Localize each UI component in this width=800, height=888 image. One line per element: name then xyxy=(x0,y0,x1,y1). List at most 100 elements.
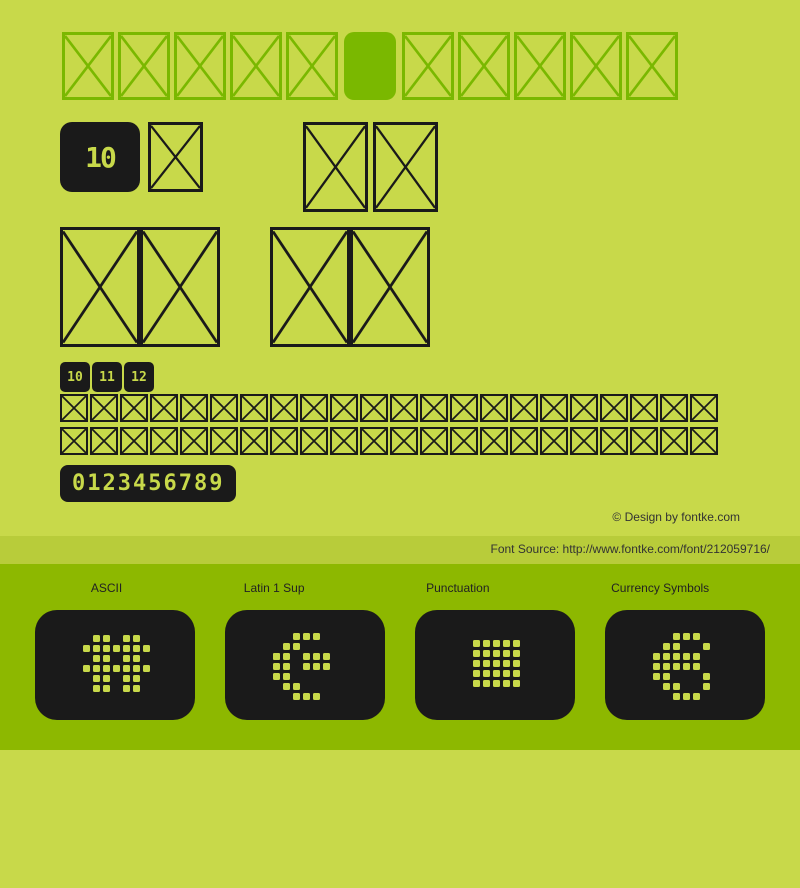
tab-labels-row: ASCII Latin 1 Sup Punctuation Currency S… xyxy=(30,576,770,610)
hash-icon xyxy=(75,625,155,705)
title-glyph-2 xyxy=(118,32,170,100)
grid-menu-icon xyxy=(455,625,535,705)
xl-glyph-pair-left xyxy=(60,227,220,347)
small-glyph xyxy=(210,427,238,455)
tab-currency[interactable]: Currency Symbols xyxy=(611,581,709,595)
preview-row-1: 10 xyxy=(60,122,740,212)
small-glyph xyxy=(360,427,388,455)
badge-11: 11 xyxy=(92,362,122,392)
punctuation-char-icon[interactable] xyxy=(415,610,575,720)
small-glyph xyxy=(180,394,208,422)
small-x-glyph xyxy=(148,122,203,192)
small-glyph xyxy=(330,394,358,422)
small-glyph xyxy=(510,394,538,422)
title-glyph-9 xyxy=(514,32,566,100)
small-glyph xyxy=(240,427,268,455)
small-glyph xyxy=(150,394,178,422)
small-glyph xyxy=(180,427,208,455)
number-icon-text: 10 xyxy=(85,141,115,174)
badge-12-text: 12 xyxy=(131,370,147,385)
number-glyph-icon: 10 xyxy=(60,122,140,192)
xl-glyph-3 xyxy=(270,227,350,347)
small-glyph xyxy=(450,427,478,455)
title-glyph-10 xyxy=(570,32,622,100)
badge-10: 10 xyxy=(60,362,90,392)
badge-11-text: 11 xyxy=(99,370,115,385)
title-glyph-7 xyxy=(402,32,454,100)
xl-glyph-pair-right xyxy=(270,227,430,347)
small-glyph xyxy=(90,427,118,455)
small-glyph xyxy=(600,394,628,422)
euro-icon xyxy=(645,625,725,705)
large-glyph-1 xyxy=(303,122,368,212)
small-glyph xyxy=(540,427,568,455)
xl-glyph-4 xyxy=(350,227,430,347)
small-glyph xyxy=(600,427,628,455)
latin1sup-char-icon[interactable] xyxy=(225,610,385,720)
badge-12: 12 xyxy=(124,362,154,392)
small-glyph-row-1 xyxy=(60,394,718,422)
dot-digits-row: 0123456789 xyxy=(60,465,236,502)
main-preview-area: 10 xyxy=(0,0,800,536)
large-glyph-pair-1 xyxy=(303,122,438,212)
small-glyph xyxy=(390,427,418,455)
small-glyph xyxy=(390,394,418,422)
small-glyph xyxy=(300,427,328,455)
title-glyph-5 xyxy=(286,32,338,100)
small-glyph xyxy=(360,394,388,422)
small-glyph xyxy=(570,427,598,455)
small-glyph xyxy=(210,394,238,422)
title-glyph-3 xyxy=(174,32,226,100)
ascii-char-icon[interactable] xyxy=(35,610,195,720)
character-grid-row-1: 10 11 12 // Will render via JS below xyxy=(60,362,740,422)
small-glyph xyxy=(660,394,688,422)
c-currency-icon xyxy=(265,625,345,705)
copyright-area: © Design by fontke.com xyxy=(60,502,740,526)
badge-10-text: 10 xyxy=(67,370,83,385)
title-glyph-4 xyxy=(230,32,282,100)
small-glyph xyxy=(120,427,148,455)
small-glyph xyxy=(630,427,658,455)
small-glyph xyxy=(240,394,268,422)
small-glyph-row-2 xyxy=(60,427,740,455)
small-glyph xyxy=(330,427,358,455)
font-source-bar: Font Source: http://www.fontke.com/font/… xyxy=(0,536,800,564)
small-glyph xyxy=(60,394,88,422)
title-glyph-8 xyxy=(458,32,510,100)
left-small-glyphs: 10 xyxy=(60,122,203,192)
xl-glyph-2 xyxy=(140,227,220,347)
small-glyph xyxy=(420,394,448,422)
preview-row-2 xyxy=(60,227,740,347)
small-glyph xyxy=(630,394,658,422)
title-highlighted-glyph xyxy=(344,32,396,100)
small-glyph xyxy=(270,427,298,455)
small-glyph xyxy=(480,427,508,455)
small-glyph xyxy=(660,427,688,455)
character-icon-row xyxy=(30,610,770,720)
currency-char-icon[interactable] xyxy=(605,610,765,720)
title-row xyxy=(60,30,740,102)
small-glyph xyxy=(300,394,328,422)
bottom-section: ASCII Latin 1 Sup Punctuation Currency S… xyxy=(0,564,800,750)
dot-digits-text: 0123456789 xyxy=(72,471,224,496)
title-glyph-11 xyxy=(626,32,678,100)
small-glyph xyxy=(150,427,178,455)
small-glyph xyxy=(690,394,718,422)
large-glyph-2 xyxy=(373,122,438,212)
small-glyph xyxy=(90,394,118,422)
small-glyph xyxy=(450,394,478,422)
font-source-text: Font Source: http://www.fontke.com/font/… xyxy=(491,542,771,556)
small-glyph xyxy=(270,394,298,422)
copyright-text: © Design by fontke.com xyxy=(60,510,740,524)
small-glyph xyxy=(120,394,148,422)
tab-latin1sup[interactable]: Latin 1 Sup xyxy=(244,581,305,595)
small-glyph xyxy=(420,427,448,455)
small-glyph xyxy=(510,427,538,455)
xl-glyph-1 xyxy=(60,227,140,347)
small-glyph xyxy=(540,394,568,422)
tab-punctuation[interactable]: Punctuation xyxy=(426,581,489,595)
title-glyphs xyxy=(60,30,680,102)
small-glyph xyxy=(690,427,718,455)
title-glyph-1 xyxy=(62,32,114,100)
tab-ascii[interactable]: ASCII xyxy=(91,581,122,595)
